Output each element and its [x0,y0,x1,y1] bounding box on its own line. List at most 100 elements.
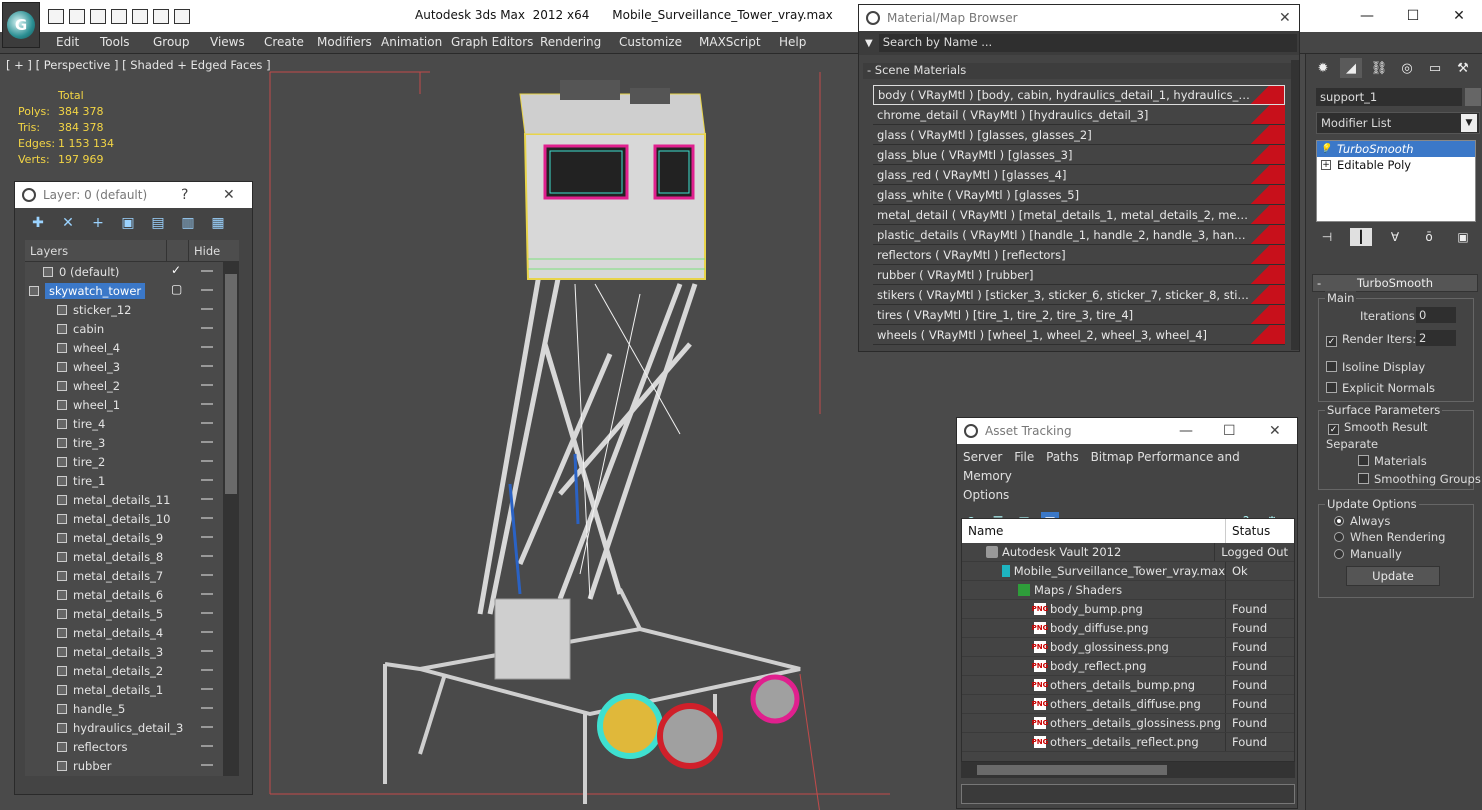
asset-row[interactable]: PNG body_bump.png Found [962,600,1294,619]
material-row[interactable]: reflectors ( VRayMtl ) [reflectors] [873,245,1285,265]
asset-row[interactable]: PNG body_glossiness.png Found [962,638,1294,657]
menu-animation[interactable]: Animation [381,35,442,49]
menu-bitmap-performance[interactable]: Bitmap Performance and Memory [963,450,1240,483]
layer-row[interactable]: metal_details_11 [25,490,223,509]
hide-toggle[interactable] [201,460,213,462]
material-row[interactable]: glass_blue ( VRayMtl ) [glasses_3] [873,145,1285,165]
minimize-button[interactable]: — [1179,423,1193,439]
layer-row[interactable]: wheel_1 [25,395,223,414]
layer-row[interactable]: metal_details_3 [25,642,223,661]
layer-row[interactable]: metal_details_4 [25,623,223,642]
asset-row[interactable]: PNG body_reflect.png Found [962,657,1294,676]
asset-row[interactable]: Mobile_Surveillance_Tower_vray.max Ok [962,562,1294,581]
pin-stack-icon[interactable]: ⊣ [1316,228,1338,246]
hide-toggle[interactable] [201,422,213,424]
layer-row[interactable]: metal_details_5 [25,604,223,623]
close-button[interactable]: ✕ [1436,0,1482,32]
hide-toggle[interactable] [201,726,213,728]
hide-toggle[interactable] [201,270,213,272]
close-button[interactable]: ✕ [223,187,235,203]
hide-toggle[interactable] [201,346,213,348]
modifier-list-dropdown[interactable]: Modifier List ▼ [1316,112,1480,134]
maximize-button[interactable]: ☐ [1390,0,1436,32]
menu-views[interactable]: Views [210,35,245,49]
asset-path-field[interactable] [961,784,1295,804]
layer-row[interactable]: sticker_12 [25,300,223,319]
material-row[interactable]: glass_red ( VRayMtl ) [glasses_4] [873,165,1285,185]
layer-row[interactable]: tire_2 [25,452,223,471]
menu-rendering[interactable]: Rendering [540,35,601,49]
asset-row[interactable]: Maps / Shaders [962,581,1294,600]
scene-materials-group[interactable]: - Scene Materials [863,63,1295,79]
scrollbar-thumb[interactable] [225,274,237,494]
material-row[interactable]: wheels ( VRayMtl ) [wheel_1, wheel_2, wh… [873,325,1285,345]
hide-toggle[interactable] [201,308,213,310]
viewport-label[interactable]: [ + ] [ Perspective ] [ Shaded + Edged F… [6,58,271,72]
update-button[interactable]: Update [1346,566,1440,586]
create-layer-icon[interactable]: ✚ [29,214,47,232]
menu-file[interactable]: File [1014,450,1034,464]
layer-row[interactable]: metal_details_8 [25,547,223,566]
menu-create[interactable]: Create [264,35,304,49]
hide-toggle[interactable] [201,479,213,481]
menu-server[interactable]: Server [963,450,1002,464]
hide-toggle[interactable] [201,688,213,690]
when-rendering-radio[interactable] [1334,532,1344,542]
close-button[interactable]: ✕ [1269,423,1281,439]
layer-row[interactable]: skywatch_tower ▢ [25,281,223,300]
remove-modifier-icon[interactable]: ō [1418,228,1440,246]
highlight-layer-icon[interactable]: ▤ [149,214,167,232]
smoothing-groups-checkbox[interactable] [1358,473,1369,484]
help-button[interactable]: ? [181,187,188,203]
layer-row[interactable]: wheel_4 [25,338,223,357]
material-row[interactable]: tires ( VRayMtl ) [tire_1, tire_2, tire_… [873,305,1285,325]
column-status[interactable]: Status [1226,519,1276,543]
asset-tracking-window[interactable]: Asset Tracking — ☐ ✕ Server File Paths B… [956,417,1298,809]
hierarchy-tab-icon[interactable]: ⛓ [1368,58,1390,78]
layer-row[interactable]: cabin [25,319,223,338]
menu-edit[interactable]: Edit [56,35,79,49]
hide-toggle[interactable] [201,536,213,538]
material-map-browser[interactable]: Material/Map Browser ✕ ▼ Search by Name … [858,4,1300,352]
minimize-button[interactable]: — [1344,0,1390,32]
object-color-swatch[interactable] [1465,88,1481,106]
material-row[interactable]: glass ( VRayMtl ) [glasses, glasses_2] [873,125,1285,145]
add-to-layer-icon[interactable]: + [89,214,107,232]
menu-options[interactable]: Options [963,488,1009,502]
asset-row[interactable]: PNG others_details_reflect.png Found [962,733,1294,752]
render-iters-checkbox[interactable]: ✓ [1326,336,1337,347]
modify-tab-icon[interactable]: ◢ [1340,58,1362,78]
undo-icon[interactable] [90,9,106,24]
smooth-result-checkbox[interactable]: ✓ [1328,424,1339,435]
open-file-icon[interactable] [48,9,64,24]
project-folder-icon[interactable] [132,9,148,24]
layer-manager-window[interactable]: Layer: 0 (default) ? ✕ ✚ ✕ + ▣ ▤ ▥ ▦ Lay… [14,181,253,795]
hide-toggle[interactable] [201,650,213,652]
column-layers[interactable]: Layers [25,240,167,261]
hide-toggle[interactable] [201,631,213,633]
layer-row[interactable]: metal_details_10 [25,509,223,528]
hide-toggle[interactable] [201,707,213,709]
layer-row[interactable]: metal_details_6 [25,585,223,604]
column-current[interactable] [167,240,189,261]
turbosmooth-rollout-header[interactable]: - TurboSmooth [1312,274,1478,292]
always-radio[interactable] [1334,516,1344,526]
select-objects-icon[interactable]: ▣ [119,214,137,232]
column-name[interactable]: Name [962,519,1226,543]
hide-toggle[interactable] [201,498,213,500]
expand-icon[interactable]: + [1321,160,1331,170]
material-browser-titlebar[interactable]: Material/Map Browser ✕ [859,5,1299,31]
menu-tools[interactable]: Tools [100,35,130,49]
isoline-checkbox[interactable] [1326,361,1337,372]
material-list-scrollbar[interactable] [1291,60,1299,350]
layer-row[interactable]: 0 (default) ✓ [25,262,223,281]
materials-checkbox[interactable] [1358,455,1369,466]
hide-toggle[interactable] [201,517,213,519]
maximize-button[interactable]: ☐ [1223,423,1236,439]
layer-window-titlebar[interactable]: Layer: 0 (default) ? ✕ [15,182,252,208]
lightbulb-icon[interactable]: 💡 [1320,144,1331,154]
stack-item-editable-poly[interactable]: + Editable Poly [1317,157,1475,173]
configure-sets-icon[interactable]: ▣ [1452,228,1474,246]
menu-group[interactable]: Group [153,35,190,49]
layer-row[interactable]: reflectors [25,737,223,756]
